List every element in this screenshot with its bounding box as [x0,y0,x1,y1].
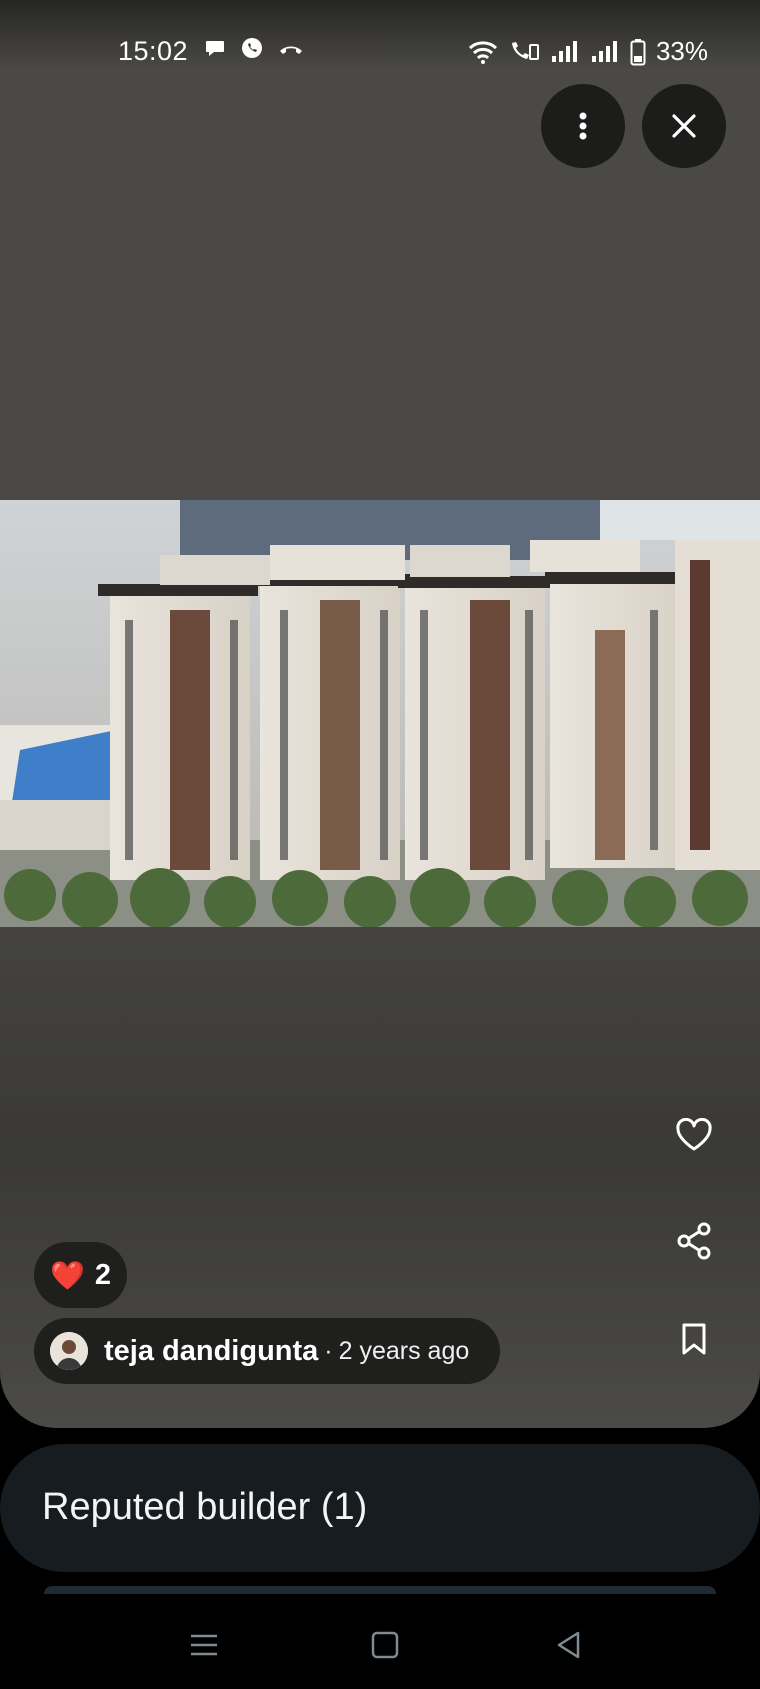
category-label: Reputed builder (1) [42,1486,368,1528]
building-model-image [0,500,760,927]
share-icon [677,1222,711,1260]
signal-icon [551,40,577,62]
signal-icon [591,40,617,62]
close-button[interactable] [642,84,726,168]
system-status-icons: 33% [468,36,708,67]
photo-viewer: 15:02 33% ❤️ 2 teja dandigunta · 2 years… [0,0,760,1428]
post-time: 2 years ago [338,1336,470,1365]
reaction-count: 2 [94,1258,111,1291]
close-icon [672,114,696,138]
author-separator: · [324,1336,333,1365]
vowifi-call-icon [511,41,539,60]
like-button[interactable] [664,1118,724,1152]
recents-icon[interactable] [187,1628,221,1662]
chat-bubble-icon [206,41,224,56]
heart-emoji-icon: ❤️ [49,1259,85,1291]
whatsapp-icon [242,38,262,58]
share-button[interactable] [664,1222,724,1260]
notification-icons [204,36,304,60]
system-nav-bar [0,1600,760,1689]
bookmark-icon [682,1323,706,1355]
avatar [50,1332,88,1370]
more-options-button[interactable] [541,84,625,168]
wifi-icon [468,40,497,64]
home-icon[interactable] [368,1628,402,1662]
post-photo[interactable] [0,500,760,927]
author-chip[interactable]: teja dandigunta · 2 years ago [34,1318,500,1384]
heart-icon [676,1118,712,1151]
more-vertical-icon [579,112,587,140]
missed-call-icon [280,46,302,54]
status-time: 15:02 [118,36,189,66]
status-bar: 15:02 33% [0,22,760,82]
avatar-image [50,1332,88,1370]
author-name: teja dandigunta [104,1334,319,1367]
category-card[interactable]: Reputed builder (1) [0,1444,760,1572]
next-card-peek [44,1586,716,1594]
back-icon[interactable] [552,1628,586,1662]
reaction-summary[interactable]: ❤️ 2 [34,1242,127,1308]
battery-icon [630,38,646,65]
save-button[interactable] [664,1322,724,1356]
battery-percent: 33% [655,36,708,66]
